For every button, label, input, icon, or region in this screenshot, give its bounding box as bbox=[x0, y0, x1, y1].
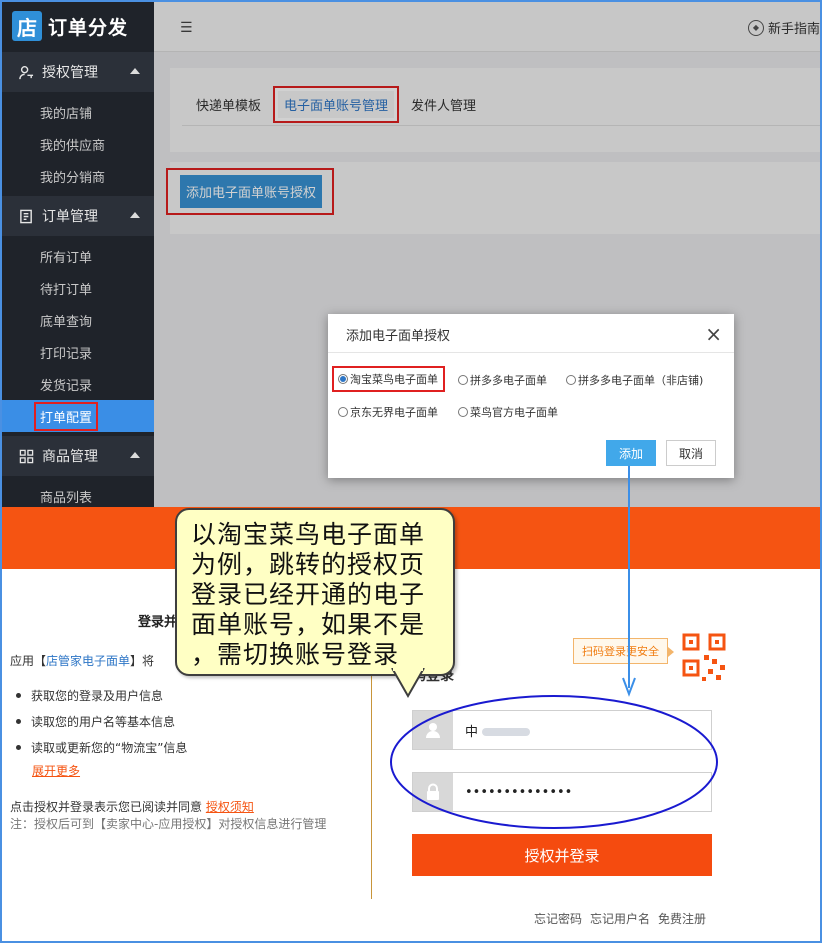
sidebar-item-print-records[interactable]: 打印记录 bbox=[2, 336, 154, 368]
store-logo-icon: 店 bbox=[12, 11, 42, 41]
agreement-line: 点击授权并登录表示您已阅读并同意 授权须知 bbox=[10, 800, 254, 814]
password-field[interactable]: •••••••••••••• bbox=[412, 772, 712, 812]
dialog-title: 添加电子面单授权 bbox=[346, 329, 451, 344]
option-pdd[interactable]: 拼多多电子面单 bbox=[458, 372, 547, 388]
user-icon bbox=[413, 711, 453, 749]
radio-icon[interactable] bbox=[338, 407, 348, 417]
expand-more-link[interactable]: 展开更多 bbox=[32, 762, 80, 779]
option-cainiao-taobao[interactable]: 淘宝菜鸟电子面单 bbox=[332, 366, 445, 392]
sidebar-group-label: 商品管理 bbox=[42, 449, 98, 465]
sidebar-item-my-distributors[interactable]: 我的分销商 bbox=[2, 160, 154, 192]
divider bbox=[371, 637, 372, 899]
qr-code-icon[interactable] bbox=[680, 631, 732, 683]
screenshot-frame: 店 订单分发 授权管理 我的店铺 我的供应商 我的分销商 订单管理 所有订单 待… bbox=[0, 0, 822, 943]
grid-icon bbox=[18, 448, 34, 464]
sidebar-item-pending-print[interactable]: 待打订单 bbox=[2, 272, 154, 304]
scan-login-tip: 扫码登录更安全 bbox=[573, 638, 674, 664]
forgot-username-link[interactable]: 忘记用户名 bbox=[590, 910, 650, 927]
option-cainiao-official[interactable]: 菜鸟官方电子面单 bbox=[458, 404, 558, 420]
auth-heading: 登录并 bbox=[138, 615, 178, 630]
radio-icon[interactable] bbox=[458, 375, 468, 385]
radio-checked-icon[interactable] bbox=[338, 374, 348, 384]
app-title: 订单分发 bbox=[48, 16, 129, 39]
sidebar-group-label: 授权管理 bbox=[42, 65, 98, 81]
footer-links: 忘记密码 忘记用户名 免费注册 bbox=[534, 910, 706, 927]
order-list-icon bbox=[18, 208, 34, 224]
divider bbox=[328, 352, 734, 353]
sidebar-item-product-list[interactable]: 商品列表 bbox=[2, 480, 154, 507]
authorize-login-button[interactable]: 授权并登录 bbox=[412, 834, 712, 876]
sidebar-group-auth[interactable]: 授权管理 bbox=[2, 52, 154, 92]
annotation-text: 以淘宝菜鸟电子面单 为例，跳转的授权页 登录已经开通的电子 面单账号，如果不是 … bbox=[191, 520, 426, 669]
sidebar-item-waybill-query[interactable]: 底单查询 bbox=[2, 304, 154, 336]
callout-tail-icon bbox=[391, 668, 425, 698]
sidebar-item-shipping-records[interactable]: 发货记录 bbox=[2, 368, 154, 400]
option-jd[interactable]: 京东无界电子面单 bbox=[338, 404, 438, 420]
radio-icon[interactable] bbox=[458, 407, 468, 417]
auth-app-line: 应用【店管家电子面单】将 bbox=[10, 654, 155, 668]
sidebar-group-label: 订单管理 bbox=[42, 209, 98, 225]
auth-terms-link[interactable]: 授权须知 bbox=[206, 800, 254, 814]
app-name-link[interactable]: 店管家电子面单 bbox=[46, 654, 130, 668]
sidebar-group-orders[interactable]: 订单管理 bbox=[2, 196, 154, 236]
annotation-callout: 以淘宝菜鸟电子面单 为例，跳转的授权页 登录已经开通的电子 面单账号，如果不是 … bbox=[175, 508, 455, 676]
sidebar-group-products[interactable]: 商品管理 bbox=[2, 436, 154, 476]
permission-item: 获取您的登录及用户信息 bbox=[16, 687, 163, 704]
password-value: •••••••••••••• bbox=[465, 784, 573, 800]
chevron-up-icon bbox=[130, 452, 140, 458]
cancel-button[interactable]: 取消 bbox=[666, 440, 716, 466]
brand: 店 订单分发 bbox=[12, 8, 128, 44]
sidebar: 店 订单分发 授权管理 我的店铺 我的供应商 我的分销商 订单管理 所有订单 待… bbox=[2, 2, 154, 507]
chevron-up-icon bbox=[130, 68, 140, 74]
user-key-icon bbox=[18, 64, 34, 80]
radio-icon[interactable] bbox=[566, 375, 576, 385]
add-waybill-auth-dialog: 添加电子面单授权 × 淘宝菜鸟电子面单 拼多多电子面单 拼多多电子面单（非店铺)… bbox=[328, 314, 734, 478]
admin-app: 店 订单分发 授权管理 我的店铺 我的供应商 我的分销商 订单管理 所有订单 待… bbox=[2, 2, 820, 507]
close-icon[interactable]: × bbox=[705, 322, 722, 346]
sidebar-item-my-suppliers[interactable]: 我的供应商 bbox=[2, 128, 154, 160]
sidebar-item-all-orders[interactable]: 所有订单 bbox=[2, 240, 154, 272]
blurred-text bbox=[482, 728, 531, 736]
sidebar-item-print-config[interactable]: 打单配置 bbox=[2, 400, 154, 432]
add-button[interactable]: 添加 bbox=[606, 440, 656, 466]
sidebar-item-my-shops[interactable]: 我的店铺 bbox=[2, 96, 154, 128]
option-pdd-non-shop[interactable]: 拼多多电子面单（非店铺) bbox=[566, 372, 703, 388]
forgot-password-link[interactable]: 忘记密码 bbox=[534, 910, 582, 927]
auth-note: 注：授权后可到【卖家中心-应用授权】对授权信息进行管理 bbox=[10, 817, 327, 831]
username-value: 中 bbox=[465, 721, 531, 740]
permission-item: 读取或更新您的“物流宝”信息 bbox=[16, 739, 187, 756]
username-field[interactable]: 中 bbox=[412, 710, 712, 750]
permission-item: 读取您的用户名等基本信息 bbox=[16, 713, 175, 730]
chevron-up-icon bbox=[130, 212, 140, 218]
lock-icon bbox=[413, 773, 453, 811]
register-link[interactable]: 免费注册 bbox=[658, 910, 706, 927]
